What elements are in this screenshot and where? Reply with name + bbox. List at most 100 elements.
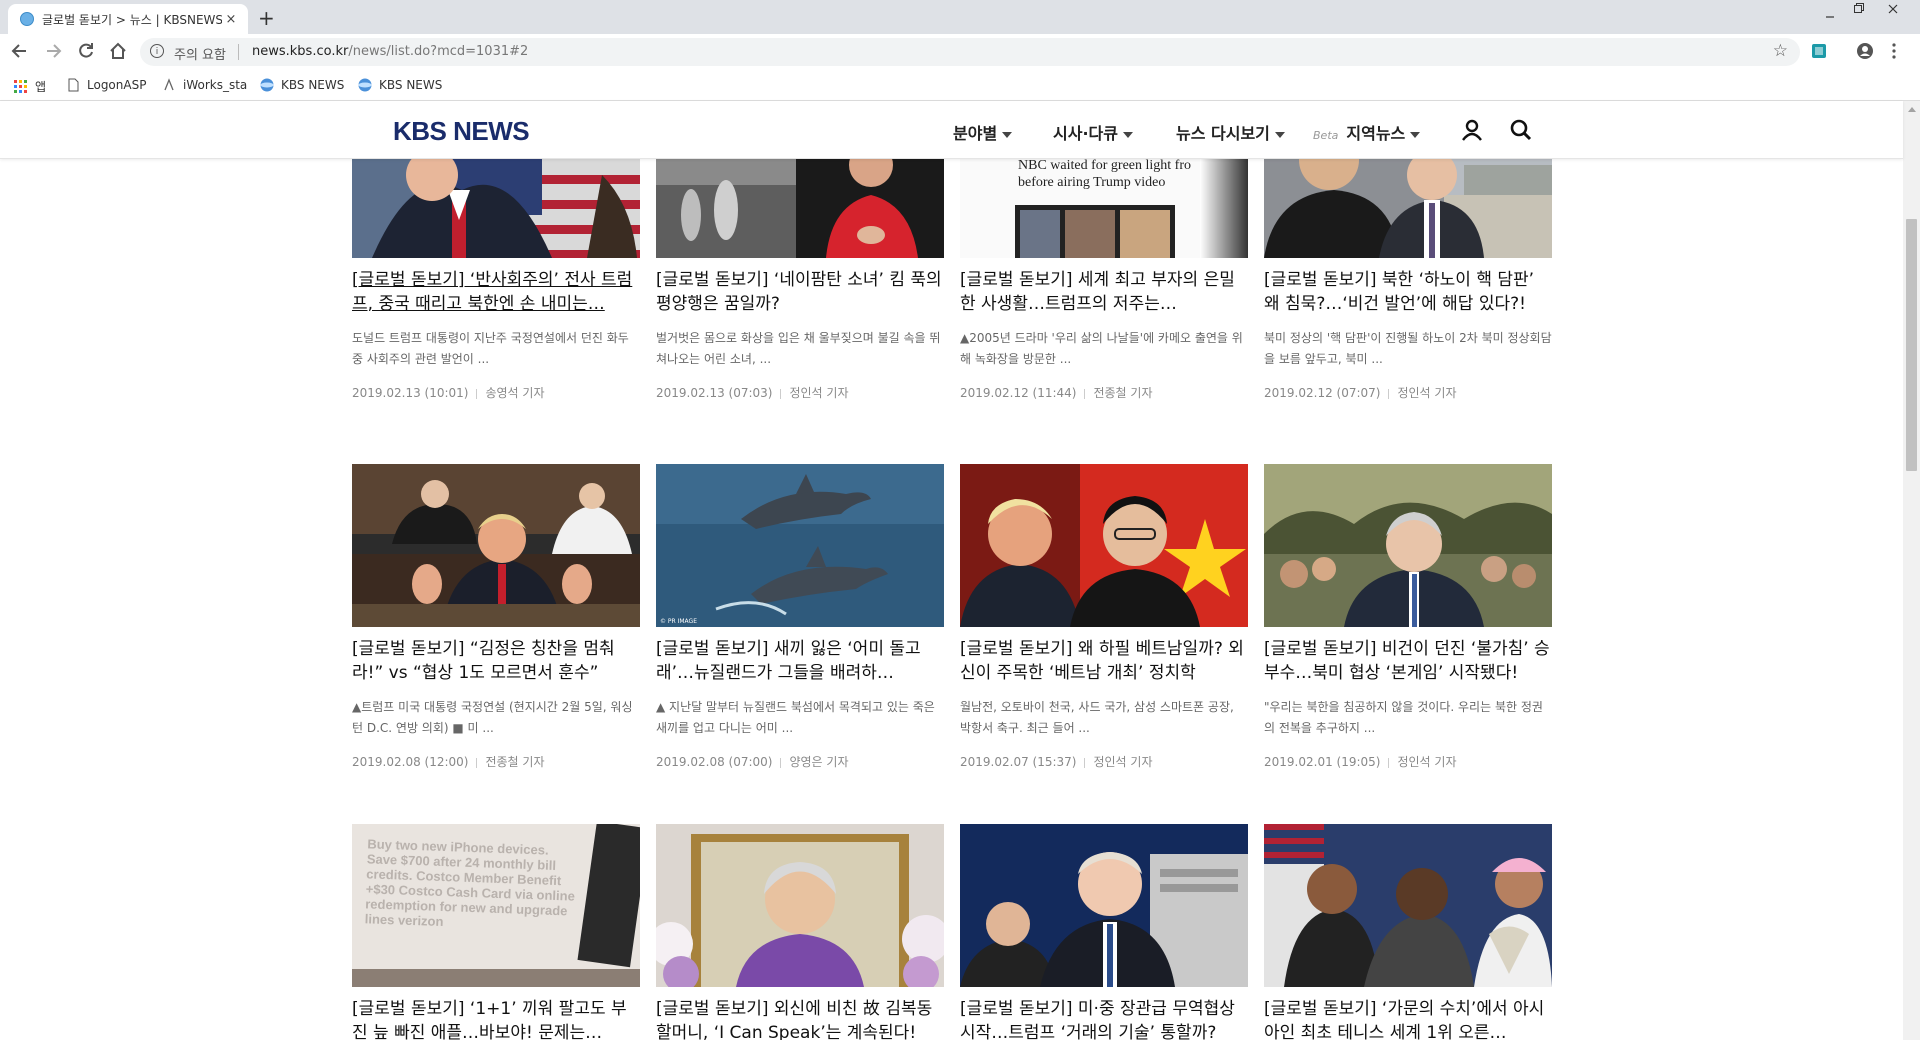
kbs-news-logo[interactable]: KBS NEWS <box>393 116 530 147</box>
article-headline[interactable]: [글로벌 돋보기] 미·중 장관급 무역협상 시작…트럼프 ‘거래의 기술’ 통… <box>960 997 1248 1040</box>
menu-current-affairs[interactable]: 시사·다큐 <box>1053 120 1133 144</box>
minimize-icon[interactable] <box>1824 8 1836 20</box>
article-headline[interactable]: [글로벌 돋보기] 왜 하필 베트남일까? 외신이 주목한 ‘베트남 개최’ 정… <box>960 637 1248 685</box>
reload-icon[interactable] <box>76 41 98 61</box>
caret-down-icon <box>1122 131 1133 138</box>
bookmark-iworks[interactable]: iWorks_sta <box>162 78 247 92</box>
article-reporter: 정인석 기자 <box>789 386 849 400</box>
url-path: /news/list.do?mcd=1031#2 <box>348 44 529 59</box>
trump-kim-vietnam-photo <box>960 464 1248 627</box>
bookmark-label: iWorks_sta <box>183 78 248 92</box>
bookmark-kbs-news-1[interactable]: KBS NEWS <box>260 78 344 92</box>
menu-kebab-icon[interactable] <box>1890 42 1908 60</box>
article-thumbnail[interactable] <box>656 824 944 987</box>
napalm-girl-photo <box>656 158 944 258</box>
info-icon[interactable]: i <box>150 44 164 58</box>
article-card[interactable]: [글로벌 돋보기] 외신에 비친 故 김복동 할머니, ‘I Can Speak… <box>656 824 944 1040</box>
article-excerpt: "우리는 북한을 침공하지 않을 것이다. 우리는 북한 정권의 전복을 추구하… <box>1264 700 1543 735</box>
back-icon[interactable] <box>10 41 32 61</box>
article-excerpt: 도널드 트럼프 대통령이 지난주 국정연설에서 던진 화두 중 사회주의 관련 … <box>352 331 629 366</box>
article-date: 2019.02.01 (19:05) <box>1264 755 1381 769</box>
article-date: 2019.02.12 (11:44) <box>960 386 1077 400</box>
article-card[interactable]: [글로벌 돋보기] “김정은 칭찬을 멈춰라!” vs “협상 1도 모르면서 … <box>352 464 640 770</box>
profile-icon[interactable] <box>1856 42 1874 60</box>
article-thumbnail[interactable]: © PR IMAGE <box>656 464 944 627</box>
security-label[interactable]: 주의 요함 <box>174 44 226 63</box>
article-reporter: 전종철 기자 <box>1093 386 1153 400</box>
kim-bok-dong-portrait-photo <box>656 824 944 987</box>
article-thumbnail[interactable] <box>352 464 640 627</box>
tab-title: 글로벌 돋보기 > 뉴스 | KBSNEWS <box>42 12 222 27</box>
bookmark-apps[interactable]: 앱 <box>14 78 46 95</box>
menu-label: 시사·다큐 <box>1053 124 1118 143</box>
bookmark-kbs-news-2[interactable]: KBS NEWS <box>358 78 442 92</box>
bookmark-logonasp[interactable]: LogonASP <box>66 78 146 92</box>
article-card[interactable]: © PR IMAGE [글로벌 돋보기] 새끼 잃은 ‘어미 돌고래’…뉴질랜드… <box>656 464 944 770</box>
article-headline[interactable]: [글로벌 돋보기] 외신에 비친 故 김복동 할머니, ‘I Can Speak… <box>656 997 944 1040</box>
article-headline[interactable]: [글로벌 돋보기] ‘네이팜탄 소녀’ 킴 푹의 평양행은 꿈일까? <box>656 268 944 316</box>
menu-local-news[interactable]: Beta 지역뉴스 <box>1313 120 1421 144</box>
new-tab-icon[interactable]: + <box>258 6 275 30</box>
article-card[interactable]: [글로벌 돋보기] 북한 ‘하노이 핵 담판’ 왜 침묵?…‘비건 발언’에 해… <box>1264 158 1552 401</box>
article-date: 2019.02.08 (07:00) <box>656 755 773 769</box>
article-date: 2019.02.07 (15:37) <box>960 755 1077 769</box>
article-headline[interactable]: [글로벌 돋보기] ‘가문의 수치’에서 아시아인 최초 테니스 세계 1위 오… <box>1264 997 1552 1040</box>
restore-icon[interactable] <box>1853 2 1865 14</box>
article-meta: 2019.02.13 (07:03) 정인석 기자 <box>656 384 944 401</box>
bookmark-star-icon[interactable]: ☆ <box>1773 41 1788 61</box>
caret-down-icon <box>1410 131 1421 138</box>
scrollbar-thumb[interactable] <box>1906 219 1917 471</box>
kbs-favicon <box>20 12 34 26</box>
article-card[interactable]: [글로벌 돋보기] 왜 하필 베트남일까? 외신이 주목한 ‘베트남 개최’ 정… <box>960 464 1248 770</box>
browser-toolbar: i 주의 요함 news.kbs.co.kr/news/list.do?mcd=… <box>0 34 1920 70</box>
photo-credit: © PR IMAGE <box>660 618 697 625</box>
menu-news-replay[interactable]: 뉴스 다시보기 <box>1176 120 1285 144</box>
article-headline[interactable]: [글로벌 돋보기] 북한 ‘하노이 핵 담판’ 왜 침묵?…‘비건 발언’에 해… <box>1264 268 1552 316</box>
user-icon[interactable] <box>1460 118 1484 142</box>
article-thumbnail[interactable] <box>960 464 1248 627</box>
article-card[interactable]: Buy two new iPhone devices. Save $700 af… <box>352 824 640 1040</box>
forward-icon[interactable] <box>43 41 65 61</box>
scroll-up-icon[interactable] <box>1908 107 1916 112</box>
window-close-icon[interactable] <box>1887 3 1899 15</box>
article-card[interactable]: NBC waited for green light fro before ai… <box>960 158 1248 401</box>
article-headline[interactable]: [글로벌 돋보기] 새끼 잃은 ‘어미 돌고래’…뉴질랜드가 그들을 배려하… <box>656 637 944 685</box>
article-thumbnail[interactable] <box>1264 158 1552 258</box>
article-headline[interactable]: [글로벌 돋보기] 비건이 던진 ‘불가침’ 승부수…북미 협상 ‘본게임’ 시… <box>1264 637 1552 685</box>
browser-tab[interactable]: 글로벌 돋보기 > 뉴스 | KBSNEWS × <box>8 4 248 34</box>
article-card[interactable]: [글로벌 돋보기] 미·중 장관급 무역협상 시작…트럼프 ‘거래의 기술’ 통… <box>960 824 1248 1040</box>
biegun-speech-photo <box>1264 464 1552 627</box>
article-headline[interactable]: [글로벌 돋보기] 세계 최고 부자의 은밀한 사생활…트럼프의 저주는… <box>960 268 1248 316</box>
kbs-globe-icon <box>260 78 274 92</box>
address-bar[interactable]: i 주의 요함 news.kbs.co.kr/news/list.do?mcd=… <box>140 38 1800 66</box>
search-icon[interactable] <box>1509 118 1533 142</box>
page-scrollbar[interactable] <box>1903 101 1920 1040</box>
close-tab-icon[interactable]: × <box>222 12 240 27</box>
menu-category[interactable]: 분야별 <box>953 120 1013 144</box>
home-icon[interactable] <box>108 41 130 61</box>
article-headline[interactable]: [글로벌 돋보기] ‘1+1’ 끼워 팔고도 부진 늪 빠진 애플…바보야! 문… <box>352 997 640 1040</box>
article-thumbnail[interactable] <box>960 824 1248 987</box>
page-icon <box>68 78 79 92</box>
dolphins-photo <box>656 464 944 627</box>
article-excerpt: ▲트럼프 미국 대통령 국정연설 (현지시간 2월 5일, 워싱턴 D.C. 연… <box>352 700 633 735</box>
article-thumbnail[interactable]: NBC waited for green light fro before ai… <box>960 158 1248 258</box>
article-card[interactable]: [글로벌 돋보기] ‘네이팜탄 소녀’ 킴 푹의 평양행은 꿈일까? 벌거벗은 … <box>656 158 944 401</box>
omnibox-divider <box>238 44 239 60</box>
article-grid: [글로벌 돋보기] ‘반사회주의’ 전사 트럼프, 중국 때리고 북한엔 손 내… <box>0 158 1903 1040</box>
article-card[interactable]: [글로벌 돋보기] ‘반사회주의’ 전사 트럼프, 중국 때리고 북한엔 손 내… <box>352 158 640 401</box>
article-headline[interactable]: [글로벌 돋보기] ‘반사회주의’ 전사 트럼프, 중국 때리고 북한엔 손 내… <box>352 268 640 316</box>
article-thumbnail[interactable] <box>656 158 944 258</box>
article-thumbnail[interactable] <box>1264 464 1552 627</box>
article-thumbnail[interactable] <box>352 158 640 258</box>
article-card[interactable]: [글로벌 돋보기] 비건이 던진 ‘불가침’ 승부수…북미 협상 ‘본게임’ 시… <box>1264 464 1552 770</box>
article-thumbnail[interactable] <box>1264 824 1552 987</box>
article-meta: 2019.02.12 (07:07) 정인석 기자 <box>1264 384 1552 401</box>
article-thumbnail[interactable]: Buy two new iPhone devices. Save $700 af… <box>352 824 640 987</box>
article-excerpt: ▲2005년 드라마 '우리 삶의 나날들'에 카메오 출연을 위해 녹화장을 … <box>960 331 1243 366</box>
bookmarks-bar: 앱 LogonASP iWorks_sta KBS NEWS KBS NEWS <box>0 70 1920 101</box>
extension-icon[interactable] <box>1810 42 1828 60</box>
url-text[interactable]: news.kbs.co.kr/news/list.do?mcd=1031#2 <box>252 44 528 59</box>
article-card[interactable]: [글로벌 돋보기] ‘가문의 수치’에서 아시아인 최초 테니스 세계 1위 오… <box>1264 824 1552 1040</box>
article-headline[interactable]: [글로벌 돋보기] “김정은 칭찬을 멈춰라!” vs “협상 1도 모르면서 … <box>352 637 640 685</box>
